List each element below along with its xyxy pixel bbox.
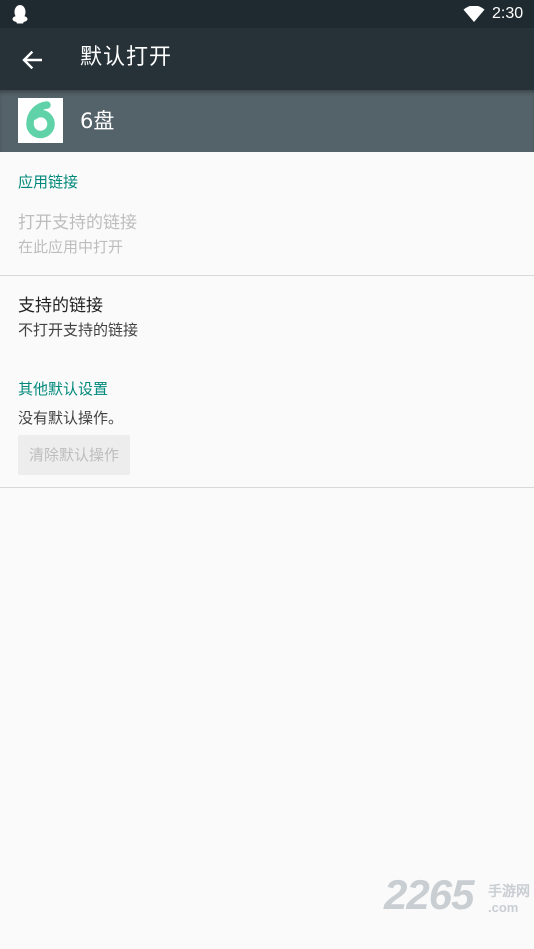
no-default-actions-text: 没有默认操作。	[18, 409, 124, 427]
open-supported-links-summary: 在此应用中打开	[18, 238, 124, 256]
supported-links-label: 支持的链接	[18, 296, 103, 316]
app-header: 6盘	[0, 90, 534, 152]
page-title: 默认打开	[80, 45, 173, 70]
qq-penguin-icon	[12, 5, 28, 24]
app-icon	[18, 98, 63, 143]
clear-defaults-button[interactable]: 清除默认操作	[18, 435, 130, 475]
open-supported-links-label: 打开支持的链接	[18, 213, 137, 233]
section-title-app-links: 应用链接	[18, 173, 79, 191]
watermark-digits: 2265	[384, 871, 474, 918]
watermark-site: 手游网	[488, 884, 530, 900]
watermark: 2265 手游网 .com	[384, 870, 534, 949]
app-bar: 默认打开	[0, 28, 534, 90]
back-button[interactable]	[14, 42, 50, 78]
status-bar: 2:30	[0, 0, 534, 28]
divider	[0, 275, 534, 276]
watermark-domain: .com	[488, 900, 519, 915]
wifi-icon	[463, 6, 485, 22]
status-time: 2:30	[492, 5, 524, 22]
section-title-other-defaults: 其他默认设置	[18, 380, 109, 398]
divider	[0, 487, 534, 488]
supported-links-summary: 不打开支持的链接	[18, 321, 139, 339]
six-logo-icon	[26, 101, 55, 139]
app-name: 6盘	[80, 109, 115, 133]
arrow-left-icon	[22, 51, 42, 69]
